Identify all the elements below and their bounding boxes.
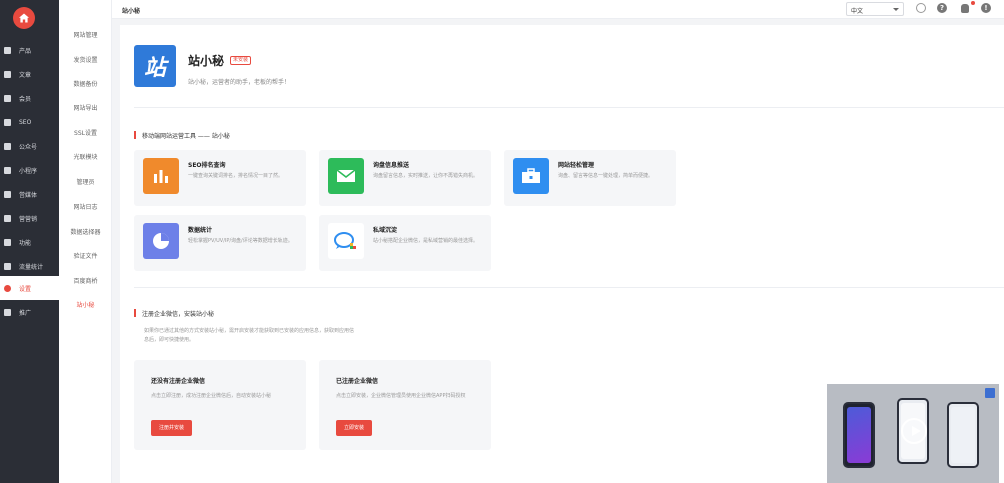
tool-name: 数据统计 bbox=[188, 227, 213, 234]
close-icon[interactable] bbox=[985, 388, 995, 398]
sidebar-item-miniprogram[interactable]: 小程序 bbox=[0, 158, 59, 182]
tool-card-site-management[interactable]: 网站轻松管理 询盘、留言等信息一键处理，简单而便捷。 bbox=[504, 150, 676, 206]
sidebar-item-promotion[interactable]: 推广 bbox=[0, 300, 59, 324]
tool-name: 网站轻松管理 bbox=[558, 162, 595, 169]
register-card-title: 还没有注册企业微信 bbox=[151, 378, 206, 385]
chat-bubble-icon bbox=[328, 223, 364, 259]
top-bar: 站小秘 中文 ? ! bbox=[112, 0, 1004, 19]
submenu-item-export[interactable]: 网站导出 bbox=[59, 103, 112, 112]
home-logo-icon[interactable] bbox=[13, 7, 35, 29]
wechat-icon bbox=[4, 142, 11, 150]
sidebar-item-official-account[interactable]: 公众号 bbox=[0, 134, 59, 158]
chevron-down-icon bbox=[893, 8, 899, 11]
gear-icon bbox=[4, 284, 11, 292]
bar-chart-icon bbox=[143, 158, 179, 194]
register-section-desc: 如果你已通过其他的方式安装站小秘，需开启安装才能获取到已安装的应用信息，获取到应… bbox=[144, 328, 355, 343]
submenu-item-verify-file[interactable]: 验证文件 bbox=[59, 251, 112, 260]
sidebar-item-media[interactable]: 営媒体 bbox=[0, 182, 59, 206]
language-select[interactable]: 中文 bbox=[846, 2, 904, 16]
settings-submenu: 网站管理 发货设置 数据备份 网站导出 SSL设置 光联模块 管理员 网站日志 … bbox=[59, 0, 112, 483]
account-icon[interactable]: ! bbox=[981, 3, 991, 13]
submenu-item-backup[interactable]: 数据备份 bbox=[59, 79, 112, 88]
bell-icon[interactable] bbox=[961, 4, 969, 13]
tool-desc: 轻松掌握PV/UV/IP/询盘/评论等数据增长轨迹。 bbox=[188, 238, 293, 244]
globe-icon bbox=[4, 118, 11, 126]
tool-name: SEO排名查询 bbox=[188, 162, 226, 169]
sidebar-item-marketing[interactable]: 营营销 bbox=[0, 206, 59, 230]
register-section-title: 注册企业微信，安装站小秘 bbox=[134, 309, 214, 318]
puzzle-icon bbox=[4, 238, 11, 246]
sidebar-item-features[interactable]: 功能 bbox=[0, 230, 59, 254]
submenu-item-data-picker[interactable]: 数据选择器 bbox=[59, 227, 112, 236]
mail-icon bbox=[328, 158, 364, 194]
submenu-item-site-management[interactable]: 网站管理 bbox=[59, 30, 112, 39]
sidebar-item-seo[interactable]: SEO bbox=[0, 110, 59, 134]
submenu-item-zhanxiaomi[interactable]: 站小秘 bbox=[59, 300, 112, 309]
user-icon bbox=[4, 94, 11, 102]
tool-card-inquiry[interactable]: 询盘信息推送 询盘留言信息，实时推送，让你不再错失商机。 bbox=[319, 150, 491, 206]
submenu-item-admins[interactable]: 管理员 bbox=[59, 177, 112, 186]
document-icon bbox=[4, 70, 11, 78]
phone-image bbox=[843, 402, 875, 468]
briefcase-icon bbox=[513, 158, 549, 194]
grid-icon bbox=[4, 46, 11, 54]
bar-chart-icon bbox=[4, 262, 11, 270]
breadcrumb: 站小秘 bbox=[122, 8, 141, 15]
intro-video-thumbnail[interactable] bbox=[827, 384, 999, 483]
sidebar-item-members[interactable]: 会员 bbox=[0, 86, 59, 110]
trend-icon bbox=[4, 308, 11, 316]
submenu-item-logs[interactable]: 网站日志 bbox=[59, 202, 112, 211]
sidebar-item-settings[interactable]: 设置 bbox=[0, 276, 59, 300]
media-icon bbox=[4, 190, 11, 198]
notification-dot bbox=[971, 1, 975, 5]
tool-card-private-domain[interactable]: 私域沉淀 站小秘搭配企业微信，是私域营销的最佳选择。 bbox=[319, 215, 491, 271]
sidebar-item-articles[interactable]: 文章 bbox=[0, 62, 59, 86]
tool-desc: 站小秘搭配企业微信，是私域营销的最佳选择。 bbox=[373, 238, 479, 244]
app-logo: 站 bbox=[134, 45, 176, 87]
phone-image bbox=[947, 402, 979, 468]
help-icon[interactable]: ? bbox=[937, 3, 947, 13]
submenu-item-shipping[interactable]: 发货设置 bbox=[59, 55, 112, 64]
register-and-install-button[interactable]: 注册并安装 bbox=[151, 420, 193, 436]
divider bbox=[134, 107, 1004, 108]
sidebar-item-traffic-stats[interactable]: 流量统计 bbox=[0, 254, 59, 278]
register-card-desc: 点击立即注册，成功注册企业微信后，自动安装站小秘 bbox=[151, 393, 272, 399]
miniprogram-icon bbox=[4, 166, 11, 174]
register-card-new: 还没有注册企业微信 点击立即注册，成功注册企业微信后，自动安装站小秘 注册并安装 bbox=[134, 360, 306, 450]
main-sidebar: 产品 文章 会员 SEO 公众号 小程序 営媒体 营营销 功能 流量统计 设置 … bbox=[0, 0, 59, 483]
submenu-item-baidu-bridge[interactable]: 百度商桥 bbox=[59, 276, 112, 285]
register-card-existing: 已注册企业微信 点击立即安装，企业微信管理员使用企业微信APP扫码授权 立即安装 bbox=[319, 360, 491, 450]
refresh-icon[interactable] bbox=[916, 3, 926, 13]
sidebar-item-products[interactable]: 产品 bbox=[0, 38, 59, 62]
tool-name: 询盘信息推送 bbox=[373, 162, 410, 169]
play-icon[interactable] bbox=[901, 418, 927, 444]
tool-desc: 询盘留言信息，实时推送，让你不再错失商机。 bbox=[373, 173, 479, 179]
tool-card-statistics[interactable]: 数据统计 轻松掌握PV/UV/IP/询盘/评论等数据增长轨迹。 bbox=[134, 215, 306, 271]
tool-name: 私域沉淀 bbox=[373, 227, 398, 234]
register-card-title: 已注册企业微信 bbox=[336, 378, 379, 385]
language-value: 中文 bbox=[851, 8, 864, 15]
register-card-desc: 点击立即安装，企业微信管理员使用企业微信APP扫码授权 bbox=[336, 393, 466, 399]
install-now-button[interactable]: 立即安装 bbox=[336, 420, 373, 436]
pie-chart-icon bbox=[143, 223, 179, 259]
app-title: 站小秘 bbox=[188, 54, 225, 68]
tool-desc: 一键查询关键词排名，排名情况一目了然。 bbox=[188, 173, 284, 179]
submenu-item-ssl[interactable]: SSL设置 bbox=[59, 128, 112, 137]
tool-card-seo[interactable]: SEO排名查询 一键查询关键词排名，排名情况一目了然。 bbox=[134, 150, 306, 206]
divider bbox=[134, 287, 1004, 288]
tool-desc: 询盘、留言等信息一键处理，简单而便捷。 bbox=[558, 173, 654, 179]
tools-section-title: 移动端网站运营工具 —— 站小秘 bbox=[134, 131, 230, 140]
app-subtitle: 站小秘，运营者的助手，老板的帮手！ bbox=[188, 79, 291, 86]
marketing-icon bbox=[4, 214, 11, 222]
status-badge: 未安装 bbox=[230, 56, 252, 65]
submenu-item-modules[interactable]: 光联模块 bbox=[59, 152, 112, 161]
